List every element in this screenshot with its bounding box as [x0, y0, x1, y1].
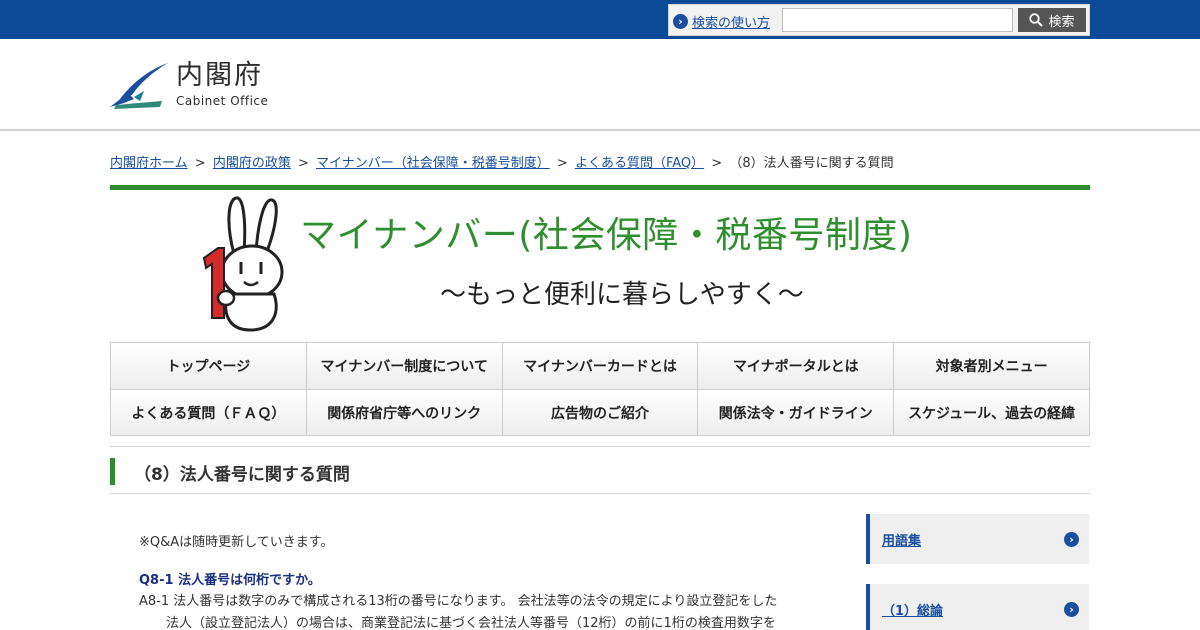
nav-item-audience-menu[interactable]: 対象者別メニュー	[894, 343, 1089, 389]
chevron-right-icon: ›	[1064, 601, 1079, 617]
logo-text-en: Cabinet Office	[176, 94, 269, 108]
cabinet-office-logo-icon	[110, 63, 168, 109]
faq-answer-line: A8-1 法人番号は数字のみで構成される13桁の番号になります。 会社法等の法令…	[139, 594, 778, 609]
search-icon	[1029, 13, 1044, 27]
search-button[interactable]: 検索	[1018, 8, 1086, 32]
sidebar-item-label: 用語集	[882, 533, 922, 549]
update-notice: ※Q&Aは随時更新していきます。	[139, 535, 334, 550]
breadcrumb-link-policy[interactable]: 内閣府の政策	[213, 156, 291, 171]
search-area: › 検索の使い方 検索	[668, 4, 1090, 36]
search-help-link[interactable]: › 検索の使い方	[673, 12, 770, 31]
breadcrumb-link-mynumber[interactable]: マイナンバー（社会保障・税番号制度）	[316, 156, 550, 171]
nav-item-card[interactable]: マイナンバーカードとは	[502, 343, 699, 389]
nav-item-laws[interactable]: 関係法令・ガイドライン	[698, 390, 895, 435]
logo-text-ja: 内閣府	[176, 60, 263, 91]
top-bar: › 検索の使い方 検索	[0, 0, 1200, 39]
global-nav: トップページ マイナンバー制度について マイナンバーカードとは マイナポータルと…	[110, 342, 1090, 436]
chevron-right-icon: ›	[673, 14, 688, 29]
nav-row: トップページ マイナンバー制度について マイナンバーカードとは マイナポータルと…	[111, 343, 1089, 389]
page-banner: マイナンバー(社会保障・税番号制度) 〜もっと便利に暮らしやすく〜	[110, 185, 1090, 343]
breadcrumb-separator: >	[711, 156, 723, 171]
search-input[interactable]	[782, 8, 1013, 32]
search-help-label: 検索の使い方	[692, 16, 771, 31]
breadcrumb-link-faq[interactable]: よくある質問（FAQ）	[575, 156, 704, 171]
heading-accent-bar	[110, 458, 115, 485]
breadcrumb-current: （8）法人番号に関する質問	[729, 156, 894, 171]
nav-item-portal[interactable]: マイナポータルとは	[698, 343, 895, 389]
faq-answer: A8-1 法人番号は数字のみで構成される13桁の番号になります。 会社法等の法令…	[139, 591, 839, 630]
banner-subtitle: 〜もっと便利に暮らしやすく〜	[440, 280, 804, 310]
nav-item-ads[interactable]: 広告物のご紹介	[502, 390, 699, 435]
nav-item-schedule[interactable]: スケジュール、過去の経緯	[894, 390, 1089, 435]
breadcrumb-link-home[interactable]: 内閣府ホーム	[110, 156, 188, 171]
faq-answer-line: 法人（設立登記法人）の場合は、商業登記法に基づく会社法人等番号（12桁）の前に1…	[166, 616, 776, 630]
nav-item-top[interactable]: トップページ	[111, 343, 307, 389]
nav-item-links[interactable]: 関係府省庁等へのリンク	[306, 390, 503, 435]
nav-item-about-system[interactable]: マイナンバー制度について	[306, 343, 503, 389]
page-title: （8）法人番号に関する質問	[134, 465, 350, 485]
sidebar-item-label: （1）総論	[882, 603, 944, 619]
chevron-right-icon: ›	[1064, 531, 1079, 547]
breadcrumb: 内閣府ホーム > 内閣府の政策 > マイナンバー（社会保障・税番号制度） > よ…	[110, 152, 894, 171]
nav-item-faq[interactable]: よくある質問（ＦＡＱ）	[111, 390, 307, 435]
breadcrumb-separator: >	[297, 156, 309, 171]
site-header: 内閣府 Cabinet Office	[0, 39, 1200, 131]
nav-row: よくある質問（ＦＡＱ） 関係府省庁等へのリンク 広告物のご紹介 関係法令・ガイド…	[111, 389, 1089, 435]
breadcrumb-separator: >	[194, 156, 206, 171]
banner-title: マイナンバー(社会保障・税番号制度)	[300, 215, 913, 256]
breadcrumb-separator: >	[556, 156, 568, 171]
section-heading: （8）法人番号に関する質問	[110, 446, 1090, 494]
faq-question: Q8-1 法人番号は何桁ですか。	[139, 573, 321, 588]
site-logo[interactable]: 内閣府 Cabinet Office	[110, 61, 268, 113]
sidebar-item-general[interactable]: （1）総論 ›	[866, 584, 1089, 630]
sidebar-item-glossary[interactable]: 用語集 ›	[866, 514, 1089, 564]
search-button-label: 検索	[1048, 13, 1075, 29]
mascot-rabbit-icon	[202, 196, 284, 332]
